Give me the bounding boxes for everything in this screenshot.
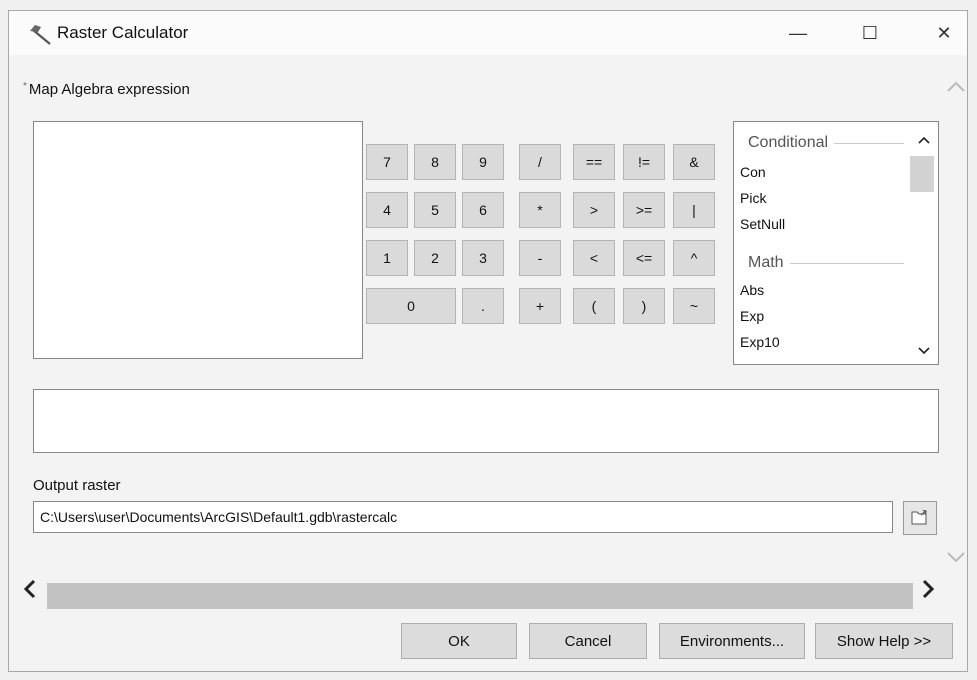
title-bar: Raster Calculator — ☐ ✕ [9,11,967,55]
function-item-con[interactable]: Con [740,164,766,180]
panel-scroll-up-icon[interactable] [947,77,965,98]
hammer-icon [29,23,53,45]
key-less[interactable]: < [573,240,615,276]
key-equal[interactable]: == [573,144,615,180]
key-multiply[interactable]: * [519,192,561,228]
folder-browse-icon [911,509,929,528]
key-8[interactable]: 8 [414,144,456,180]
key-greater[interactable]: > [573,192,615,228]
key-xor[interactable]: ^ [673,240,715,276]
browse-button[interactable] [903,501,937,535]
output-raster-input[interactable]: C:\Users\user\Documents\ArcGIS\Default1.… [33,501,893,533]
functions-scroll-thumb[interactable] [910,156,934,192]
key-divide[interactable]: / [519,144,561,180]
key-5[interactable]: 5 [414,192,456,228]
close-icon[interactable]: ✕ [921,11,967,55]
function-item-exp10[interactable]: Exp10 [740,334,780,350]
key-or[interactable]: | [673,192,715,228]
key-not[interactable]: ~ [673,288,715,324]
layers-list[interactable] [33,121,363,359]
cancel-button[interactable]: Cancel [529,623,647,659]
output-raster-label: Output raster [33,477,121,494]
key-plus[interactable]: + [519,288,561,324]
function-item-setnull[interactable]: SetNull [740,216,785,232]
map-algebra-label: * Map Algebra expression [23,81,190,98]
horizontal-scrollbar[interactable] [47,583,913,609]
key-2[interactable]: 2 [414,240,456,276]
key-3[interactable]: 3 [462,240,504,276]
function-item-abs[interactable]: Abs [740,282,764,298]
scroll-down-icon[interactable] [918,343,930,358]
scroll-up-icon[interactable] [918,132,930,147]
function-item-exp[interactable]: Exp [740,308,764,324]
functions-list[interactable]: Conditional Con Pick SetNull Math Abs Ex… [733,121,939,365]
expression-input[interactable] [33,389,939,453]
key-0[interactable]: 0 [366,288,456,324]
environments-button[interactable]: Environments... [659,623,805,659]
scroll-left-icon[interactable] [23,579,37,605]
key-minus[interactable]: - [519,240,561,276]
key-7[interactable]: 7 [366,144,408,180]
scroll-right-icon[interactable] [921,579,935,605]
group-header-conditional: Conditional [748,134,904,152]
raster-calculator-window: Raster Calculator — ☐ ✕ * Map Algebra exp… [8,10,968,672]
key-1[interactable]: 1 [366,240,408,276]
key-close-paren[interactable]: ) [623,288,665,324]
required-star-icon: * [23,81,27,92]
key-greater-equal[interactable]: >= [623,192,665,228]
group-header-math: Math [748,254,904,272]
key-less-equal[interactable]: <= [623,240,665,276]
key-open-paren[interactable]: ( [573,288,615,324]
key-6[interactable]: 6 [462,192,504,228]
minimize-icon[interactable]: — [775,11,821,55]
function-item-pick[interactable]: Pick [740,190,766,206]
ok-button[interactable]: OK [401,623,517,659]
key-4[interactable]: 4 [366,192,408,228]
key-and[interactable]: & [673,144,715,180]
show-help-button[interactable]: Show Help >> [815,623,953,659]
key-decimal[interactable]: . [462,288,504,324]
key-not-equal[interactable]: != [623,144,665,180]
key-9[interactable]: 9 [462,144,504,180]
maximize-icon[interactable]: ☐ [847,11,893,55]
window-title: Raster Calculator [57,23,189,42]
panel-scroll-down-icon[interactable] [947,547,965,568]
